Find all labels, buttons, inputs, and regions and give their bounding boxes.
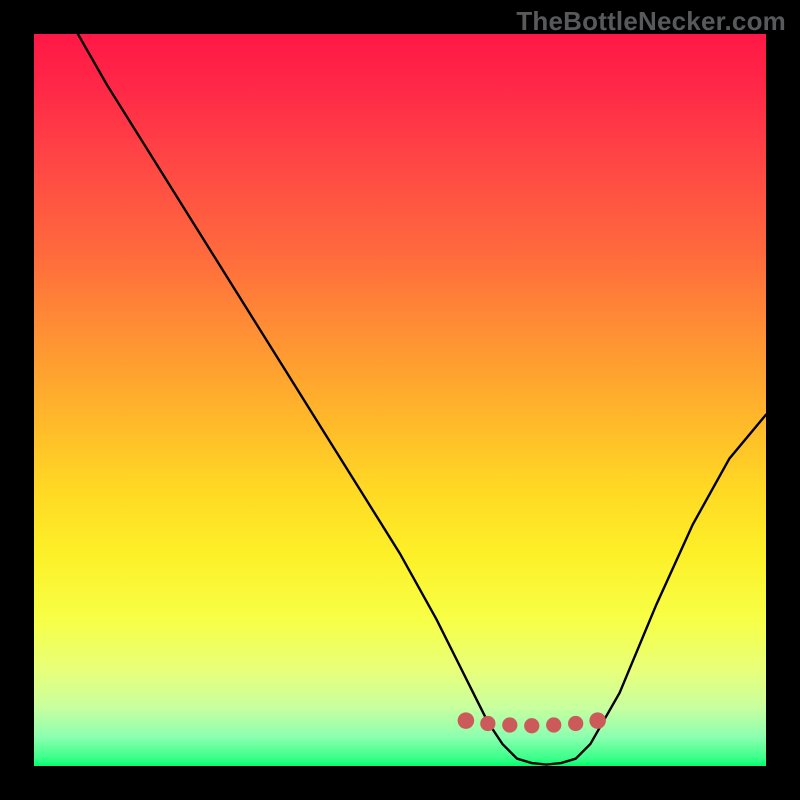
optimal-marker <box>480 716 495 731</box>
optimal-range-markers <box>458 712 606 733</box>
optimal-marker <box>546 717 561 732</box>
watermark-label: TheBottleNecker.com <box>516 6 786 37</box>
bottleneck-curve <box>78 34 766 765</box>
optimal-marker <box>568 716 583 731</box>
optimal-marker <box>458 712 475 729</box>
optimal-marker <box>589 712 606 729</box>
optimal-marker <box>524 718 539 733</box>
chart-svg <box>34 34 766 766</box>
optimal-marker <box>502 717 517 732</box>
chart-plot-area <box>34 34 766 766</box>
